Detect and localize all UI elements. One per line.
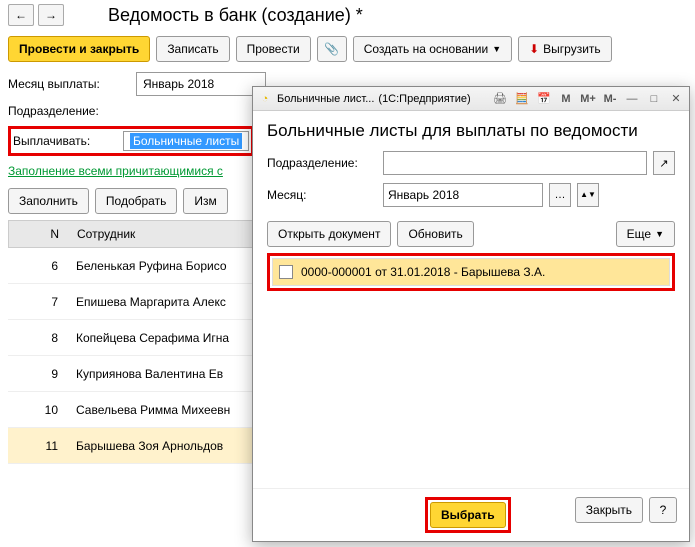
document-list-item[interactable]: 0000-000001 от 31.01.2018 - Барышева З.А… [272, 258, 670, 286]
modal-division-input[interactable] [383, 151, 647, 175]
modal-month-input[interactable]: Январь 2018 [383, 183, 543, 207]
sick-leave-modal: ◔ Больничные лист... (1С:Предприятие) 🖨 … [252, 86, 690, 542]
attach-button[interactable]: 📎 [317, 36, 347, 62]
modal-heading: Больничные листы для выплаты по ведомост… [267, 121, 675, 141]
choose-button[interactable]: Выбрать [430, 502, 506, 528]
help-button[interactable]: ? [649, 497, 677, 523]
m-plus-button[interactable]: M+ [579, 90, 597, 108]
export-icon: ⬇ [529, 42, 539, 56]
chevron-down-icon: ▼ [492, 44, 501, 54]
fill-all-link[interactable]: Заполнение всеми причитающимися с [8, 164, 223, 178]
post-and-close-button[interactable]: Провести и закрыть [8, 36, 150, 62]
modal-division-open-button[interactable]: ↗ [653, 151, 675, 175]
save-button[interactable]: Записать [156, 36, 229, 62]
chevron-down-icon: ▼ [655, 229, 664, 239]
pay-label: Выплачивать: [13, 134, 123, 148]
forward-button[interactable]: → [38, 4, 64, 26]
refresh-button[interactable]: Обновить [397, 221, 473, 247]
create-based-on-button[interactable]: Создать на основании ▼ [353, 36, 512, 62]
grid-header-n[interactable]: N [9, 227, 69, 241]
more-button[interactable]: Еще ▼ [616, 221, 675, 247]
post-button[interactable]: Провести [236, 36, 311, 62]
division-label: Подразделение: [8, 104, 128, 118]
edit-button[interactable]: Изм [183, 188, 227, 214]
m-button[interactable]: M [557, 90, 575, 108]
paperclip-icon: 📎 [324, 42, 339, 56]
m-minus-button[interactable]: M- [601, 90, 619, 108]
modal-titlebar[interactable]: ◔ Больничные лист... (1С:Предприятие) 🖨 … [253, 87, 689, 111]
document-checkbox[interactable] [279, 265, 293, 279]
app-icon: ◔ [257, 91, 273, 107]
pay-highlight: Выплачивать: Больничные листы [8, 126, 254, 156]
print-icon[interactable]: 🖨 [491, 90, 509, 108]
export-button[interactable]: ⬇ Выгрузить [518, 36, 612, 62]
month-input[interactable]: Январь 2018 [136, 72, 266, 96]
select-button[interactable]: Подобрать [95, 188, 177, 214]
calendar-icon[interactable]: 📅 [535, 90, 553, 108]
modal-division-label: Подразделение: [267, 156, 377, 170]
maximize-icon[interactable]: □ [645, 90, 663, 108]
choose-highlight: Выбрать [425, 497, 511, 533]
modal-month-label: Месяц: [267, 188, 377, 202]
open-document-button[interactable]: Открыть документ [267, 221, 391, 247]
month-label: Месяц выплаты: [8, 77, 128, 91]
document-list-highlight: 0000-000001 от 31.01.2018 - Барышева З.А… [267, 253, 675, 291]
modal-month-spinner[interactable]: ▲▼ [577, 183, 599, 207]
pay-input[interactable]: Больничные листы [123, 131, 249, 151]
close-button[interactable]: Закрыть [575, 497, 643, 523]
back-button[interactable]: ← [8, 4, 34, 26]
modal-month-select-button[interactable]: … [549, 183, 571, 207]
minimize-icon[interactable]: — [623, 90, 641, 108]
calc-icon[interactable]: 🧮 [513, 90, 531, 108]
fill-button[interactable]: Заполнить [8, 188, 89, 214]
page-title: Ведомость в банк (создание) * [108, 5, 363, 26]
close-icon[interactable]: ✕ [667, 90, 685, 108]
open-icon: ↗ [659, 157, 668, 170]
